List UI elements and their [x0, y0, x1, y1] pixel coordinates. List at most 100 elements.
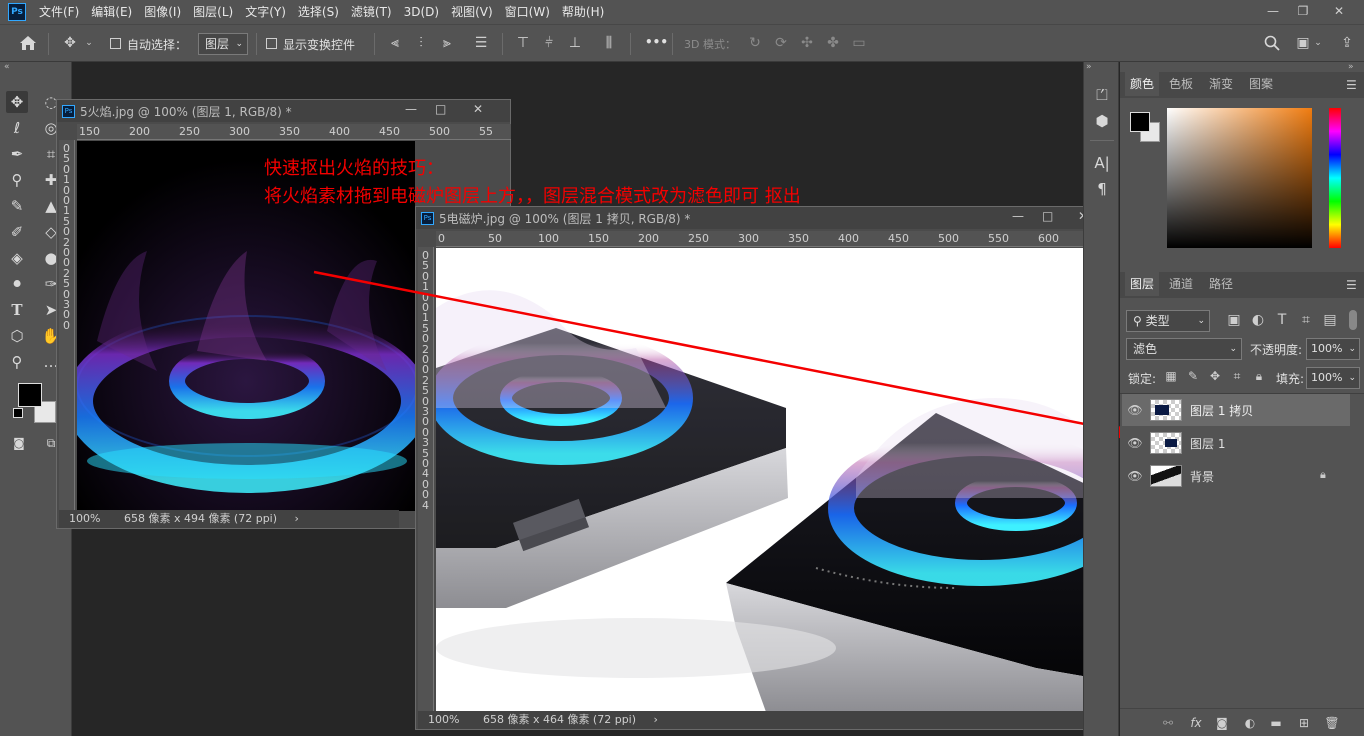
fill-input[interactable]: 100% ⌄	[1306, 367, 1360, 389]
restore-button[interactable]: ❐	[1286, 0, 1320, 22]
3d-drag-icon[interactable]: ✣	[798, 35, 816, 51]
align-right-icon[interactable]: ⫸	[438, 35, 456, 51]
show-transform-checkbox[interactable]	[266, 38, 277, 49]
menu-image[interactable]: 图像(I)	[138, 0, 187, 24]
menu-view[interactable]: 视图(V)	[445, 0, 499, 24]
align-left-icon[interactable]: ⫷	[386, 35, 404, 51]
menu-3d[interactable]: 3D(D)	[398, 0, 445, 24]
lock-all-icon[interactable]: 🔒︎	[1252, 368, 1266, 384]
menu-select[interactable]: 选择(S)	[292, 0, 345, 24]
adjustment-layer-icon[interactable]: ◐	[1242, 715, 1258, 731]
blend-mode-dropdown[interactable]: 滤色 ⌄	[1126, 338, 1242, 360]
tab-paths[interactable]: 路径	[1204, 272, 1238, 296]
type-tool[interactable]: T	[6, 299, 28, 321]
tab-swatches[interactable]: 色板	[1164, 72, 1198, 96]
search-icon[interactable]	[1263, 35, 1281, 55]
share-icon[interactable]: ⇪	[1338, 35, 1356, 51]
3d-roll-icon[interactable]: ⟳	[772, 35, 790, 51]
3d-rotate-icon[interactable]: ↻	[746, 35, 764, 51]
minimize-button[interactable]: —	[1256, 0, 1290, 22]
home-icon[interactable]	[18, 35, 38, 55]
filter-shape-icon[interactable]: ⌗	[1298, 312, 1314, 328]
close-icon[interactable]: ✕	[473, 102, 483, 116]
lasso-tool[interactable]: ℓ	[6, 117, 28, 139]
paragraph-panel-icon[interactable]: ¶	[1091, 178, 1113, 200]
menu-file[interactable]: 文件(F)	[33, 0, 85, 24]
chevron-down-icon[interactable]: ⌄	[83, 35, 95, 51]
distribute-bottom-icon[interactable]: ⊥	[566, 35, 584, 51]
foreground-color-swatch[interactable]	[1130, 112, 1150, 132]
zoom-tool[interactable]: ⚲	[6, 351, 28, 373]
add-mask-icon[interactable]: ◙	[1214, 715, 1230, 731]
move-tool-icon[interactable]: ✥	[60, 35, 80, 51]
distribute-horizontal-icon[interactable]: ⫼	[600, 35, 618, 51]
chevron-down-icon[interactable]: ⌄	[1313, 35, 1323, 51]
zoom-level[interactable]: 100%	[59, 512, 100, 525]
more-options-button[interactable]: •••	[645, 35, 668, 49]
filter-adjustment-icon[interactable]: ◐	[1250, 312, 1266, 328]
close-button[interactable]: ✕	[1322, 0, 1356, 22]
default-colors-icon[interactable]	[13, 408, 23, 418]
eye-icon[interactable]: 👁︎	[1122, 403, 1148, 417]
layer-name[interactable]: 图层 1	[1190, 435, 1225, 452]
pen-tool[interactable]: ✒	[6, 143, 28, 165]
auto-select-dropdown[interactable]: 图层 ⌄	[198, 33, 248, 55]
zoom-level[interactable]: 100%	[418, 713, 459, 726]
3d-panel-icon[interactable]: ⬢	[1091, 110, 1113, 132]
menu-help[interactable]: 帮助(H)	[556, 0, 610, 24]
document-title-bar[interactable]: Ps 5火焰.jpg @ 100% (图层 1, RGB/8) * — □ ✕	[57, 100, 510, 122]
eye-icon[interactable]: 👁︎	[1122, 469, 1148, 483]
history-brush-tool[interactable]: ✐	[6, 221, 28, 243]
hue-slider[interactable]	[1329, 108, 1341, 248]
menu-filter[interactable]: 滤镜(T)	[345, 0, 398, 24]
layer-row[interactable]: 👁︎ 图层 1	[1122, 427, 1350, 459]
quick-mask-icon[interactable]: ◙	[8, 432, 30, 454]
tab-layers[interactable]: 图层	[1125, 272, 1160, 296]
collapse-icon[interactable]: »	[1348, 62, 1354, 72]
layer-row[interactable]: 👁︎ 图层 1 拷贝	[1122, 394, 1350, 426]
lock-transparent-icon[interactable]: ▦	[1164, 368, 1178, 384]
paint-bucket-tool[interactable]: ◈	[6, 247, 28, 269]
distribute-middle-icon[interactable]: ⫩	[540, 35, 558, 51]
link-layers-icon[interactable]: ⚯	[1160, 715, 1176, 731]
lock-pixels-icon[interactable]: ✎	[1186, 368, 1200, 384]
maximize-icon[interactable]: □	[435, 102, 446, 116]
layer-name[interactable]: 背景	[1190, 468, 1214, 485]
3d-scale-icon[interactable]: ▭	[850, 35, 868, 51]
lock-artboard-icon[interactable]: ⌗	[1230, 368, 1244, 384]
brush-tool[interactable]: ✎	[6, 195, 28, 217]
tab-color[interactable]: 颜色	[1125, 72, 1160, 96]
move-tool[interactable]: ✥	[6, 91, 28, 113]
filter-smart-object-icon[interactable]: ▤	[1322, 312, 1338, 328]
menu-layer[interactable]: 图层(L)	[187, 0, 239, 24]
minimize-icon[interactable]: —	[1012, 209, 1024, 223]
layer-name[interactable]: 图层 1 拷贝	[1190, 402, 1253, 419]
color-field[interactable]	[1167, 108, 1312, 248]
character-panel-icon[interactable]: A|	[1091, 152, 1113, 174]
tab-channels[interactable]: 通道	[1164, 272, 1198, 296]
history-panel-icon[interactable]: ⏍	[1091, 84, 1113, 106]
document-window-cooker[interactable]: Ps 5电磁炉.jpg @ 100% (图层 1 拷贝, RGB/8) * — …	[415, 206, 1112, 730]
menu-window[interactable]: 窗口(W)	[499, 0, 556, 24]
chevron-right-icon[interactable]: ›	[281, 512, 299, 525]
collapse-icon[interactable]: »	[1086, 62, 1092, 72]
document-title-bar[interactable]: Ps 5电磁炉.jpg @ 100% (图层 1 拷贝, RGB/8) * — …	[416, 207, 1111, 229]
eye-icon[interactable]: 👁︎	[1122, 436, 1148, 450]
chevron-right-icon[interactable]: ›	[640, 713, 658, 726]
group-folder-icon[interactable]: ▬	[1268, 715, 1284, 731]
eyedropper-tool[interactable]: ⚲	[6, 169, 28, 191]
opacity-input[interactable]: 100% ⌄	[1306, 338, 1360, 360]
menu-edit[interactable]: 编辑(E)	[85, 0, 138, 24]
panel-menu-icon[interactable]: ☰	[1346, 78, 1357, 92]
foreground-color-swatch[interactable]	[18, 383, 42, 407]
trash-icon[interactable]: 🗑︎	[1324, 715, 1340, 731]
minimize-icon[interactable]: —	[405, 102, 417, 116]
align-center-icon[interactable]: ⫶	[412, 35, 430, 51]
fx-icon[interactable]: fx	[1188, 715, 1204, 731]
align-top-icon[interactable]: ☰	[472, 35, 490, 51]
panel-menu-icon[interactable]: ☰	[1346, 278, 1357, 292]
filter-type-icon[interactable]: T	[1274, 312, 1290, 328]
filter-pixel-icon[interactable]: ▣	[1226, 312, 1242, 328]
3d-slide-icon[interactable]: ✤	[824, 35, 842, 51]
lock-position-icon[interactable]: ✥	[1208, 368, 1222, 384]
